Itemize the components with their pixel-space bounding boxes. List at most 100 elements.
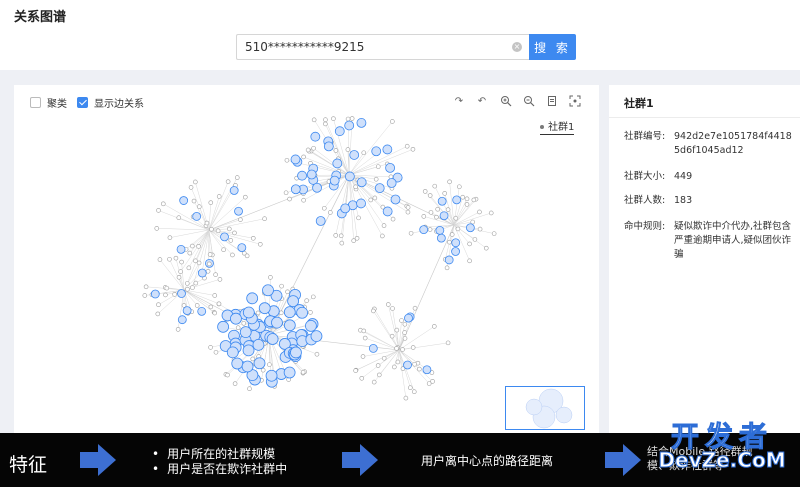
graph-node[interactable]: [432, 324, 437, 329]
graph-node[interactable]: [191, 198, 197, 204]
graph-node[interactable]: [432, 183, 438, 189]
person-node[interactable]: [253, 357, 266, 370]
graph-node[interactable]: [187, 250, 193, 256]
graph-node[interactable]: [354, 235, 360, 241]
person-node[interactable]: [368, 344, 378, 353]
graph-node[interactable]: [216, 301, 222, 307]
graph-node[interactable]: [453, 215, 459, 221]
person-node[interactable]: [323, 141, 334, 152]
person-node[interactable]: [451, 238, 461, 248]
graph-node[interactable]: [353, 368, 358, 373]
graph-node[interactable]: [447, 179, 452, 185]
graph-node[interactable]: [491, 231, 497, 236]
graph-node[interactable]: [208, 304, 214, 310]
person-node[interactable]: [242, 306, 255, 319]
graph-node[interactable]: [427, 227, 433, 232]
person-node[interactable]: [404, 313, 413, 323]
graph-node[interactable]: [225, 179, 231, 184]
graph-node[interactable]: [225, 372, 230, 378]
person-node[interactable]: [439, 211, 449, 221]
graph-node[interactable]: [164, 285, 170, 291]
graph-node[interactable]: [167, 235, 173, 240]
graph-node[interactable]: [375, 164, 381, 169]
person-node[interactable]: [297, 170, 307, 181]
graph-node[interactable]: [213, 349, 219, 355]
graph-node[interactable]: [279, 283, 284, 289]
graph-node[interactable]: [417, 366, 422, 372]
person-node[interactable]: [239, 326, 252, 339]
graph-node[interactable]: [196, 260, 202, 266]
person-node[interactable]: [465, 223, 475, 233]
graph-node[interactable]: [422, 189, 428, 194]
graph-node[interactable]: [402, 336, 408, 341]
graph-node[interactable]: [243, 194, 248, 200]
graph-node[interactable]: [372, 195, 378, 201]
person-node[interactable]: [217, 320, 230, 333]
graph-node[interactable]: [392, 364, 397, 370]
graph-node[interactable]: [434, 214, 439, 220]
graph-node[interactable]: [405, 205, 411, 210]
person-node[interactable]: [283, 306, 296, 319]
graph-node[interactable]: [464, 196, 470, 202]
graph-node[interactable]: [447, 239, 452, 245]
graph-node[interactable]: [255, 310, 261, 316]
graph-node[interactable]: [483, 245, 489, 251]
person-node[interactable]: [356, 177, 367, 188]
person-node[interactable]: [444, 255, 454, 265]
graph-node[interactable]: [428, 210, 434, 215]
graph-node[interactable]: [376, 372, 382, 378]
graph-node[interactable]: [204, 220, 210, 226]
graph-node[interactable]: [196, 244, 201, 249]
graph-node[interactable]: [305, 147, 311, 153]
person-node[interactable]: [306, 169, 317, 180]
graph-node[interactable]: [311, 145, 316, 151]
person-node[interactable]: [252, 338, 265, 351]
graph-node[interactable]: [361, 150, 367, 156]
graph-node[interactable]: [310, 294, 316, 300]
graph-node[interactable]: [163, 292, 168, 298]
graph-node[interactable]: [308, 310, 313, 315]
graph-node[interactable]: [156, 302, 161, 307]
person-node[interactable]: [385, 162, 396, 173]
graph-node[interactable]: [154, 226, 160, 231]
person-node[interactable]: [329, 175, 340, 186]
graph-node[interactable]: [445, 340, 451, 346]
person-node[interactable]: [332, 158, 343, 169]
graph-node[interactable]: [389, 333, 395, 339]
person-node[interactable]: [237, 243, 247, 253]
person-node[interactable]: [150, 289, 160, 299]
person-node[interactable]: [312, 182, 322, 193]
person-node[interactable]: [266, 333, 279, 345]
person-node[interactable]: [234, 206, 243, 216]
person-node[interactable]: [283, 319, 296, 332]
graph-node[interactable]: [345, 147, 351, 152]
graph-node[interactable]: [188, 185, 194, 190]
graph-node[interactable]: [405, 209, 411, 215]
graph-node[interactable]: [426, 381, 432, 386]
graph-node[interactable]: [360, 354, 366, 359]
person-node[interactable]: [179, 196, 189, 205]
graph-node[interactable]: [467, 241, 472, 247]
person-node[interactable]: [451, 247, 460, 256]
graph-node[interactable]: [400, 347, 405, 352]
person-node[interactable]: [290, 184, 301, 195]
graph-node[interactable]: [301, 197, 306, 203]
graph-node[interactable]: [371, 379, 377, 385]
graph-node[interactable]: [301, 154, 306, 160]
person-node[interactable]: [382, 206, 393, 217]
graph-node[interactable]: [394, 327, 400, 333]
graph-node[interactable]: [412, 305, 418, 311]
graph-node[interactable]: [217, 277, 223, 282]
person-node[interactable]: [177, 289, 186, 298]
graph-node[interactable]: [143, 284, 149, 290]
graph-node[interactable]: [380, 233, 385, 239]
graph-node[interactable]: [207, 252, 213, 257]
graph-node[interactable]: [160, 201, 166, 207]
graph-node[interactable]: [471, 197, 477, 203]
graph-node[interactable]: [212, 310, 218, 316]
graph-node[interactable]: [215, 228, 221, 234]
graph-node[interactable]: [206, 261, 212, 267]
graph-node[interactable]: [300, 369, 306, 375]
graph-node[interactable]: [339, 240, 345, 246]
graph-node[interactable]: [477, 226, 483, 232]
